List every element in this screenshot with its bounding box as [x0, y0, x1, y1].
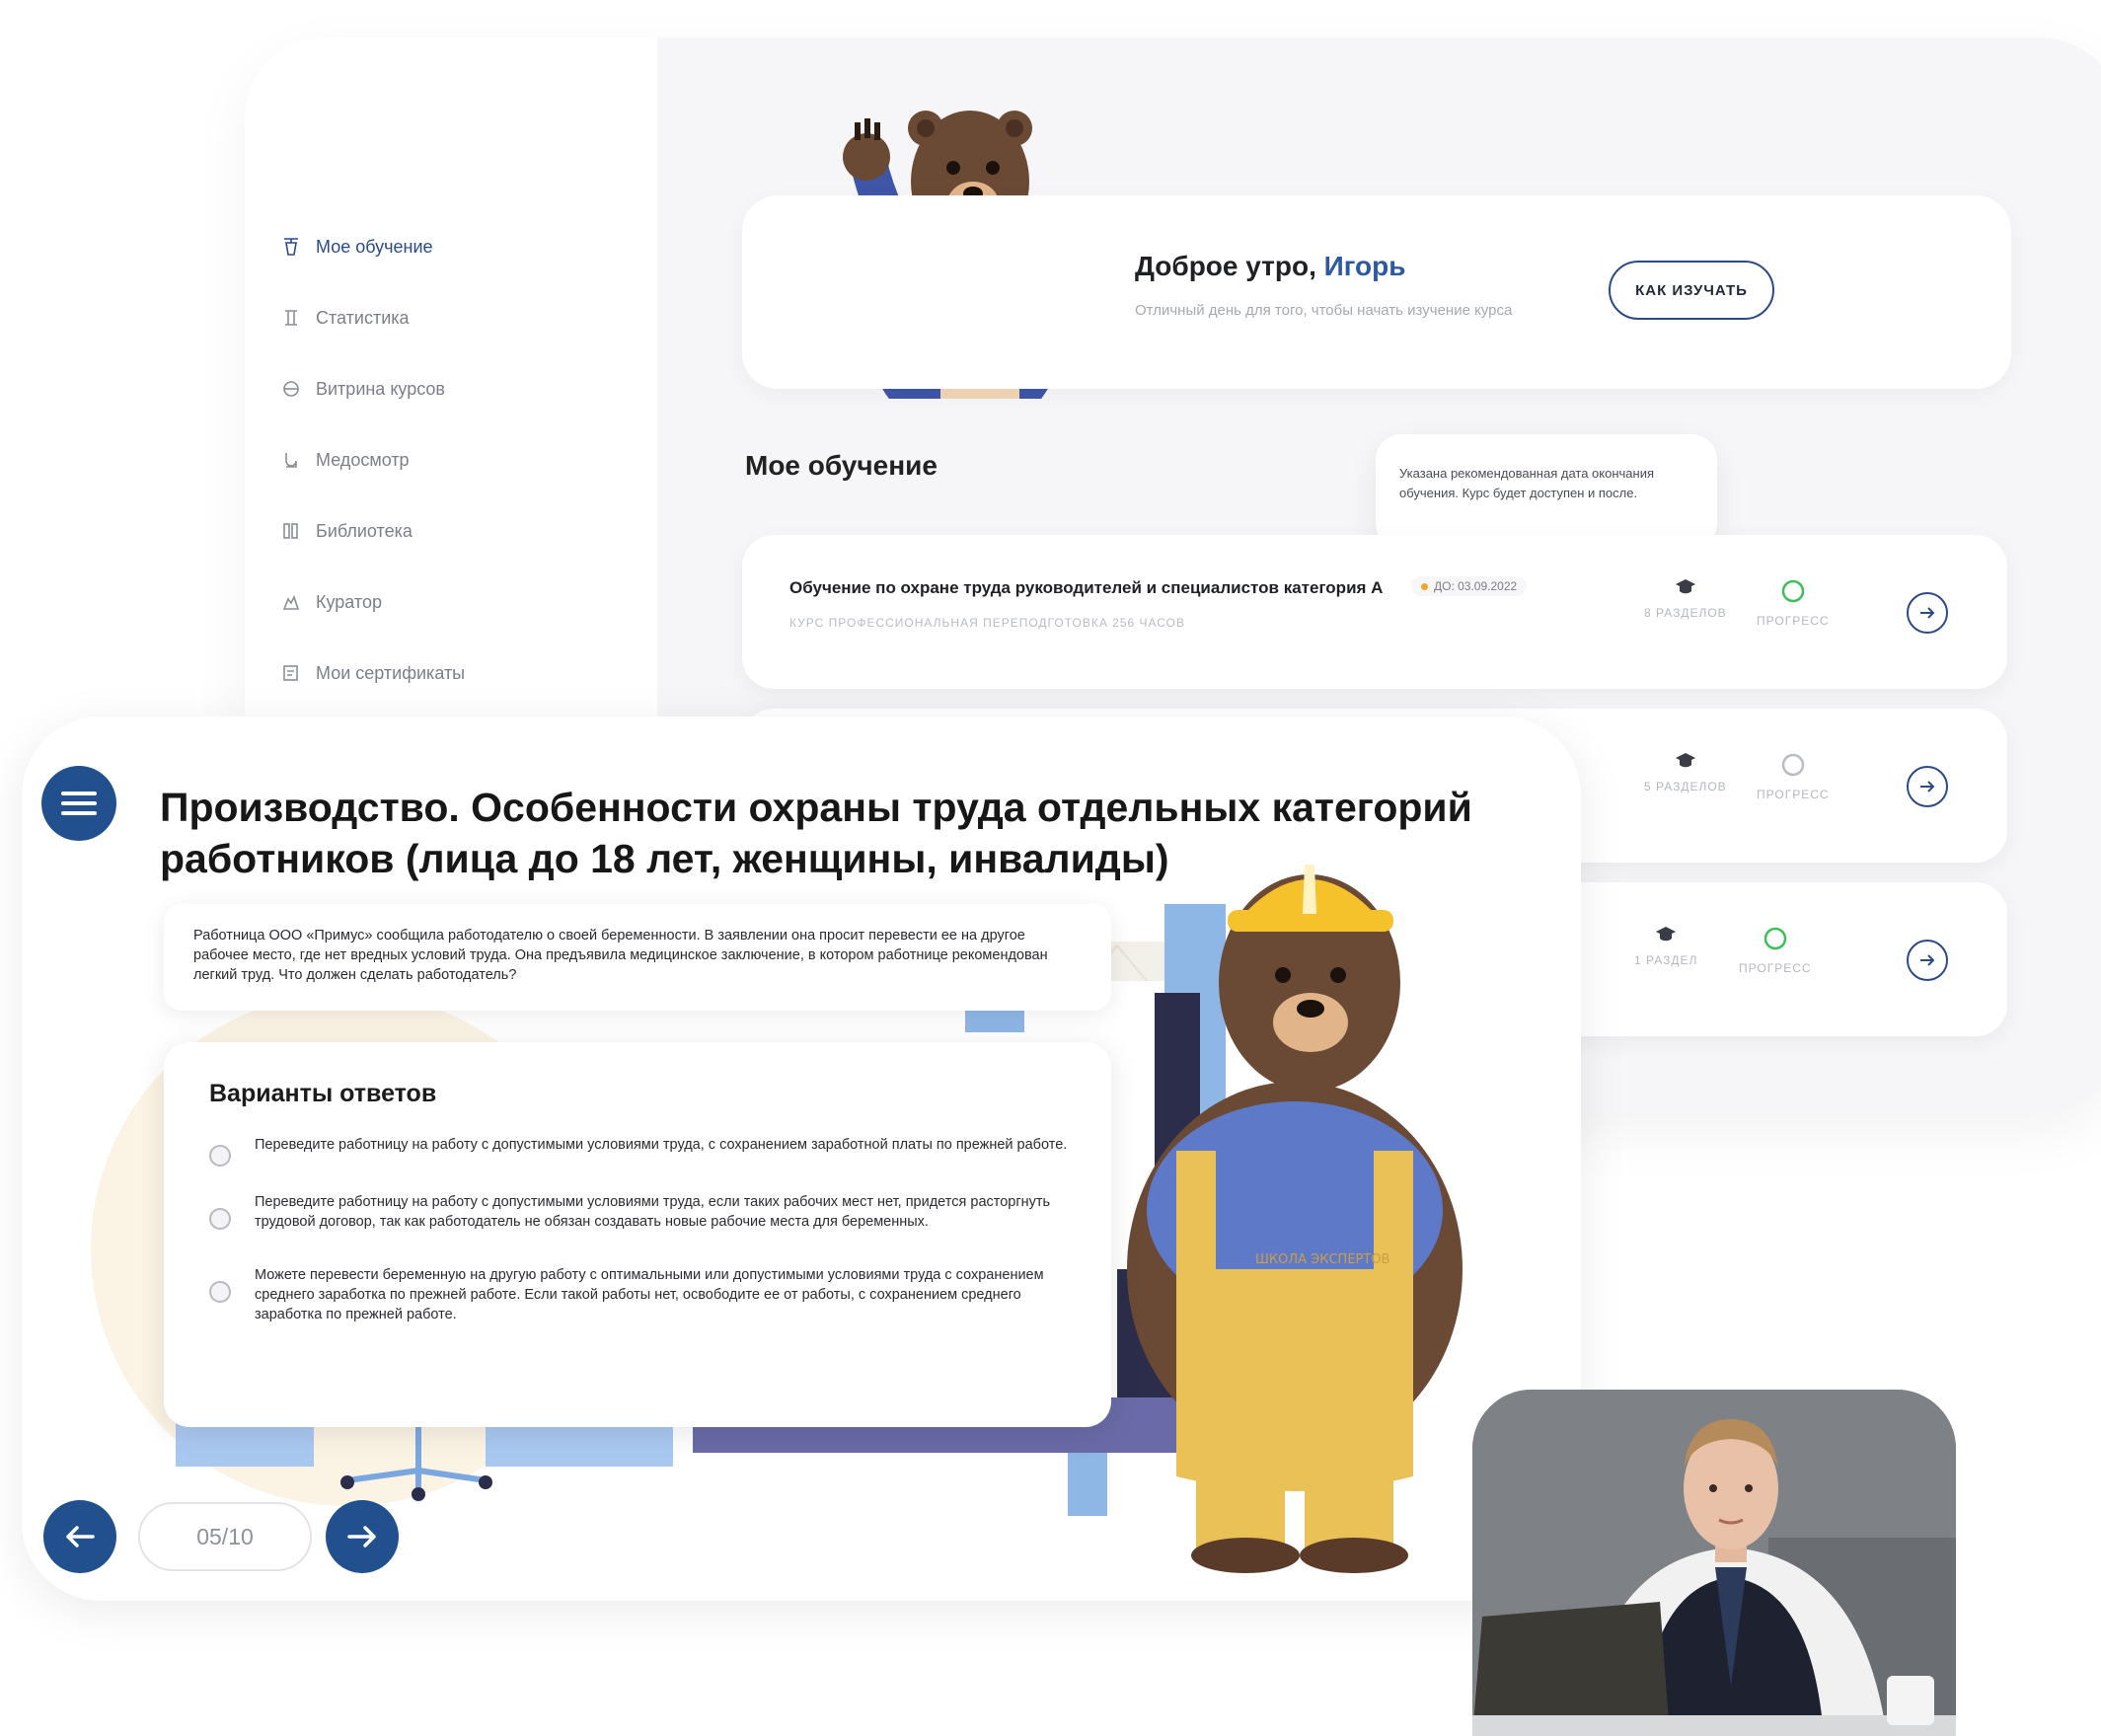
sidebar-item-medical-checkup[interactable]: Медосмотр — [280, 440, 410, 480]
graduation-cap-icon — [1675, 579, 1695, 594]
sidebar-item-label: Витрина курсов — [316, 378, 445, 399]
menu-button[interactable] — [41, 766, 116, 841]
presenter-photo — [1472, 1390, 1956, 1736]
radio-button[interactable] — [209, 1208, 231, 1230]
how-to-study-button[interactable]: КАК ИЗУЧАТЬ — [1609, 261, 1774, 320]
sidebar-item-label: Библиотека — [316, 520, 413, 541]
arrow-right-icon — [347, 1526, 376, 1547]
answer-option-text: Переведите работницу на работу с допусти… — [255, 1137, 1068, 1153]
sidebar-item-label: Мои сертификаты — [316, 662, 466, 683]
medical-checkup-icon — [285, 453, 297, 468]
sidebar-item-label: Медосмотр — [316, 449, 410, 470]
course-title: Обучение по охране труда руководителей и… — [789, 578, 1384, 597]
answer-option-text: Можете перевести беременную на другую ра… — [255, 1267, 1044, 1322]
answers-panel: Варианты ответов Переведите работницу на… — [164, 1042, 1111, 1427]
quiz-window: ШКОЛА ЭКСПЕРТОВ Производство. Особенност… — [22, 717, 1581, 1601]
sidebar-item-library[interactable]: Библиотека — [280, 511, 413, 551]
user-name: Игорь — [1323, 251, 1406, 281]
open-course-button[interactable] — [1907, 940, 1948, 981]
section-title-my-learning: Мое обучение — [745, 450, 938, 481]
sections-count: 1 РАЗДЕЛ — [1634, 926, 1697, 967]
question-text: Работница ООО «Примус» сообщила работода… — [164, 904, 1111, 1011]
progress-circle-icon — [1763, 927, 1787, 950]
greeting-card: Доброе утро, Игорь Отличный день для тог… — [742, 195, 2011, 389]
arrow-right-icon — [1920, 781, 1935, 793]
sections-count: 8 РАЗДЕЛОВ — [1644, 578, 1727, 620]
arrow-right-icon — [1920, 607, 1935, 619]
progress-indicator: ПРОГРЕСС — [1757, 752, 1830, 801]
statistics-icon — [285, 310, 297, 326]
answer-option[interactable]: Можете перевести беременную на другую ра… — [209, 1265, 1068, 1324]
sections-count: 5 РАЗДЕЛОВ — [1644, 752, 1727, 793]
radio-button[interactable] — [209, 1145, 231, 1167]
next-question-button[interactable] — [326, 1500, 399, 1573]
curator-icon — [282, 594, 300, 610]
course-meta: КУРС ПРОФЕССИОНАЛЬНАЯ ПЕРЕПОДГОТОВКА 256… — [789, 616, 1185, 630]
progress-circle-icon — [1781, 753, 1805, 777]
sidebar-item-curator[interactable]: Куратор — [280, 582, 382, 622]
question-counter: 05/10 — [138, 1502, 312, 1571]
graduation-cap-icon — [284, 238, 298, 256]
presenter-video-thumbnail — [1472, 1390, 1956, 1736]
sidebar-item-label: Мое обучение — [316, 236, 433, 257]
progress-circle-icon — [1781, 579, 1805, 603]
greeting-title: Доброе утро, Игорь — [1135, 251, 1406, 281]
progress-indicator: ПРОГРЕСС — [1739, 926, 1812, 975]
courses-showcase-icon — [283, 381, 299, 397]
sidebar-item-label: Статистика — [316, 307, 410, 328]
svg-text:ШКОЛА ЭКСПЕРТОВ: ШКОЛА ЭКСПЕРТОВ — [1255, 1252, 1389, 1267]
course-deadline-badge: ДО: 03.09.2022 — [1411, 576, 1528, 596]
open-course-button[interactable] — [1907, 766, 1948, 807]
radio-button[interactable] — [209, 1281, 231, 1303]
lesson-title: Производство. Особенности охраны труда о… — [160, 785, 1472, 881]
answer-option[interactable]: Переведите работницу на работу с допусти… — [209, 1135, 1068, 1167]
sidebar-item-certificates[interactable]: Мои сертификаты — [280, 653, 465, 693]
course-card[interactable]: Обучение по охране труда руководителей и… — [742, 535, 2007, 689]
library-icon — [283, 523, 298, 539]
greeting-subtitle: Отличный день для того, чтобы начать изу… — [1135, 302, 1513, 319]
graduation-cap-icon — [1675, 753, 1695, 768]
previous-question-button[interactable] — [43, 1500, 116, 1573]
arrow-left-icon — [66, 1526, 95, 1547]
sidebar-item-my-learning[interactable]: Мое обучение — [280, 227, 433, 266]
answer-option[interactable]: Переведите работницу на работу с допусти… — [209, 1192, 1068, 1232]
certificates-icon — [283, 665, 298, 681]
open-course-button[interactable] — [1907, 592, 1948, 634]
hamburger-icon — [61, 792, 97, 815]
arrow-right-icon — [1920, 954, 1935, 966]
sidebar-item-statistics[interactable]: Статистика — [280, 298, 410, 338]
sidebar-item-label: Куратор — [316, 591, 382, 612]
graduation-cap-icon — [1656, 927, 1677, 942]
answers-title: Варианты ответов — [209, 1080, 437, 1107]
sidebar-item-courses-showcase[interactable]: Витрина курсов — [280, 369, 445, 409]
recommended-date-tooltip: Указана рекомендованная дата окончания о… — [1376, 434, 1717, 549]
answer-option-text: Переведите работницу на работу с допусти… — [255, 1194, 1051, 1230]
progress-indicator: ПРОГРЕСС — [1757, 578, 1830, 628]
